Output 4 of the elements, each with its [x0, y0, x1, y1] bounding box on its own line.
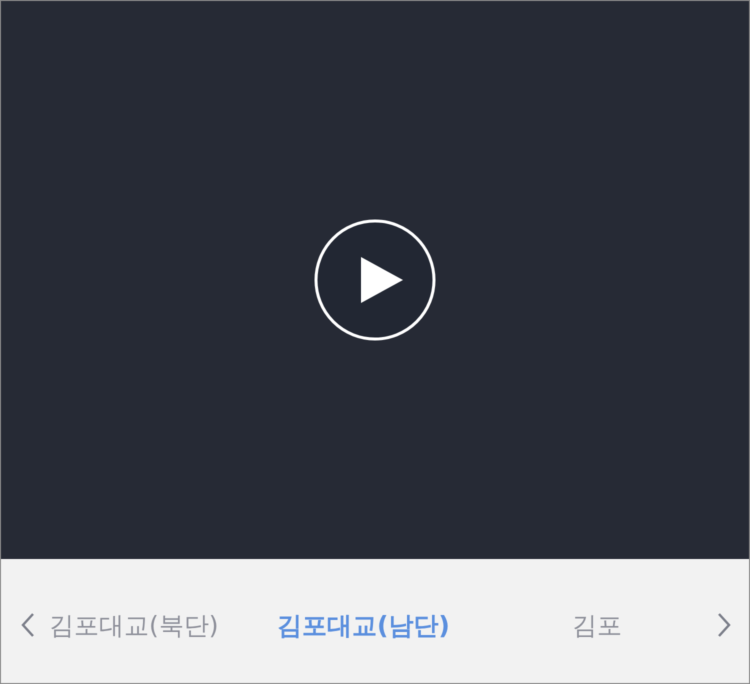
camera-tab[interactable]: 김포대교(남단)	[277, 608, 477, 642]
camera-tab[interactable]: 김포대교(북단)	[49, 608, 249, 642]
camera-tab[interactable]: 김포	[477, 608, 717, 642]
play-icon[interactable]	[314, 219, 436, 341]
